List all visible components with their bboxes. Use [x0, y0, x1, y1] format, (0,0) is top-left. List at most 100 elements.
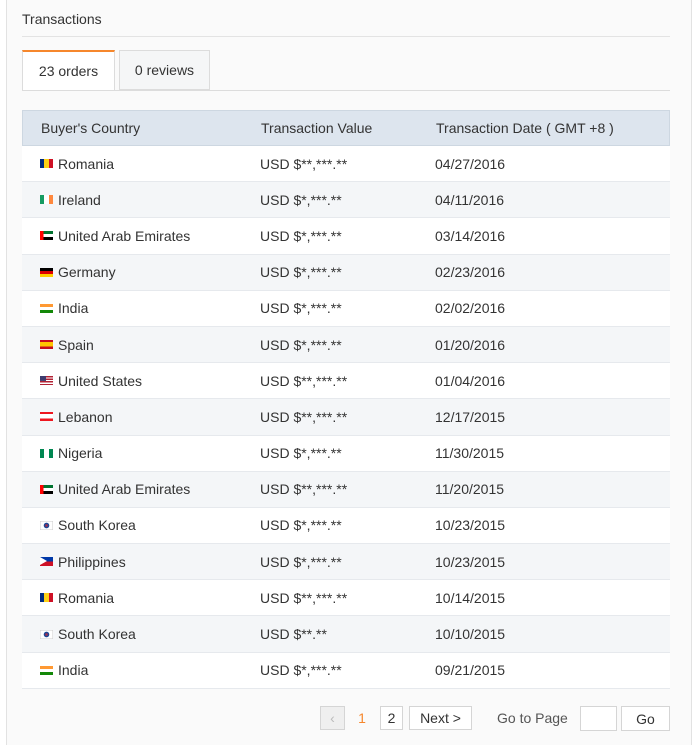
go-to-page-label: Go to Page — [497, 710, 568, 726]
south-korea-flag-icon — [40, 520, 53, 530]
table-row: United Arab Emirates USD $**,***.** 11/20/… — [22, 471, 670, 508]
uae-flag-icon — [40, 231, 53, 241]
divider — [22, 36, 670, 37]
country-name: South Korea — [58, 626, 136, 643]
transaction-date-cell: 10/14/2015 — [435, 589, 506, 606]
section-title: Transactions — [22, 11, 102, 27]
go-button[interactable]: Go — [621, 706, 670, 731]
transaction-date-cell: 03/14/2016 — [435, 227, 506, 244]
next-page-button[interactable]: Next > — [409, 706, 472, 730]
page-1-button[interactable]: 1 — [351, 706, 373, 730]
table-row: Romania USD $**,***.** 10/14/2015 — [22, 580, 670, 617]
transaction-value-cell: USD $*,***.** — [260, 191, 342, 208]
table-row: Ireland USD $*,***.** 04/11/2016 — [22, 182, 670, 219]
transaction-value-cell: USD $*,***.** — [260, 445, 342, 462]
country-cell: Lebanon — [22, 409, 242, 425]
philippines-flag-icon — [40, 557, 53, 567]
country-name: United Arab Emirates — [58, 227, 191, 244]
transaction-value-cell: USD $**,***.** — [260, 481, 348, 498]
header-buyers-country: Buyer's Country — [41, 120, 141, 136]
country-name: Philippines — [58, 553, 126, 570]
country-cell: Spain — [22, 337, 242, 353]
country-name: Nigeria — [58, 445, 103, 462]
table-row: India USD $*,***.** 02/02/2016 — [22, 290, 670, 327]
country-name: Romania — [58, 155, 115, 172]
transaction-value-cell: USD $*,***.** — [260, 553, 342, 570]
uae-flag-icon — [40, 484, 53, 494]
country-cell: India — [22, 300, 242, 316]
table-header: Buyer's Country Transaction Value Transa… — [22, 110, 670, 146]
tab-reviews[interactable]: 0 reviews — [119, 50, 210, 90]
transaction-value-cell: USD $**,***.** — [260, 155, 348, 172]
usa-flag-icon — [40, 376, 53, 386]
country-cell: United Arab Emirates — [22, 481, 242, 497]
transaction-value-cell: USD $*,***.** — [260, 336, 342, 353]
country-name: Romania — [58, 589, 115, 606]
transaction-date-cell: 04/11/2016 — [435, 191, 505, 208]
germany-flag-icon — [40, 267, 53, 277]
transaction-date-cell: 01/20/2016 — [435, 336, 506, 353]
table-row: Lebanon USD $**,***.** 12/17/2015 — [22, 399, 670, 436]
transaction-date-cell: 02/02/2016 — [435, 300, 506, 317]
transaction-date-cell: 04/27/2016 — [435, 155, 506, 172]
table-row: Romania USD $**,***.** 04/27/2016 — [22, 146, 670, 183]
transaction-date-cell: 10/10/2015 — [435, 626, 506, 643]
country-name: India — [58, 662, 89, 679]
country-cell: South Korea — [22, 517, 242, 533]
country-cell: United States — [22, 373, 242, 389]
table-row: Nigeria USD $*,***.** 11/30/2015 — [22, 435, 670, 472]
country-name: India — [58, 300, 89, 317]
pagination: ‹ 1 2 Next > Go to Page Go — [0, 706, 700, 732]
country-name: Germany — [58, 264, 116, 281]
page-2-button[interactable]: 2 — [380, 706, 403, 730]
country-name: Lebanon — [58, 408, 113, 425]
country-cell: South Korea — [22, 626, 242, 642]
transaction-value-cell: USD $**,***.** — [260, 408, 348, 425]
transaction-value-cell: USD $**,***.** — [260, 589, 348, 606]
table-row: Germany USD $*,***.** 02/23/2016 — [22, 254, 670, 291]
table-row: United States USD $**,***.** 01/04/2016 — [22, 363, 670, 400]
transaction-date-cell: 02/23/2016 — [435, 264, 506, 281]
spain-flag-icon — [40, 340, 53, 350]
transaction-date-cell: 09/21/2015 — [435, 662, 506, 679]
table-row: United Arab Emirates USD $*,***.** 03/14/2… — [22, 218, 670, 255]
transaction-value-cell: USD $**,***.** — [260, 372, 348, 389]
country-name: South Korea — [58, 517, 136, 534]
country-cell: India — [22, 662, 242, 678]
lebanon-flag-icon — [40, 412, 53, 422]
ireland-flag-icon — [40, 195, 53, 205]
header-transaction-value: Transaction Value — [261, 120, 373, 136]
transaction-value-cell: USD $*,***.** — [260, 300, 342, 317]
country-name: Spain — [58, 336, 94, 353]
table-row: Philippines USD $*,***.** 10/23/2015 — [22, 544, 670, 581]
transaction-value-cell: USD $*,***.** — [260, 227, 342, 244]
table-body: Romania USD $**,***.** 04/27/2016 Ireland US… — [22, 146, 670, 689]
country-cell: United Arab Emirates — [22, 228, 242, 244]
transaction-date-cell: 12/17/2015 — [435, 408, 506, 425]
tab-bar: 23 orders 0 reviews — [22, 50, 670, 91]
nigeria-flag-icon — [40, 448, 53, 458]
prev-page-button[interactable]: ‹ — [320, 706, 345, 730]
india-flag-icon — [40, 303, 53, 313]
country-name: United Arab Emirates — [58, 481, 191, 498]
country-cell: Romania — [22, 590, 242, 606]
table-row: India USD $*,***.** 09/21/2015 — [22, 652, 670, 689]
romania-flag-icon — [40, 159, 53, 169]
table-row: South Korea USD $**.** 10/10/2015 — [22, 616, 670, 653]
transaction-value-cell: USD $*,***.** — [260, 662, 342, 679]
transaction-date-cell: 11/30/2015 — [435, 445, 505, 462]
tab-orders[interactable]: 23 orders — [22, 50, 115, 91]
romania-flag-icon — [40, 593, 53, 603]
country-cell: Nigeria — [22, 445, 242, 461]
india-flag-icon — [40, 665, 53, 675]
transaction-date-cell: 01/04/2016 — [435, 372, 506, 389]
header-transaction-date: Transaction Date ( GMT +8 ) — [436, 120, 614, 136]
transaction-date-cell: 10/23/2015 — [435, 553, 506, 570]
transaction-value-cell: USD $**.** — [260, 626, 327, 643]
go-to-page-input[interactable] — [580, 706, 617, 731]
country-cell: Philippines — [22, 554, 242, 570]
table-row: Spain USD $*,***.** 01/20/2016 — [22, 326, 670, 364]
transaction-value-cell: USD $*,***.** — [260, 517, 342, 534]
country-name: United States — [58, 372, 143, 389]
south-korea-flag-icon — [40, 629, 53, 639]
